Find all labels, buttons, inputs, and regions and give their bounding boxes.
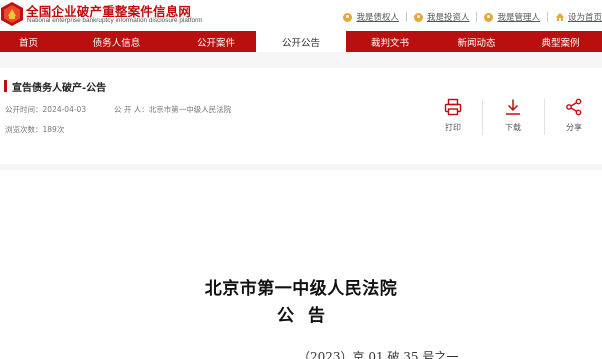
main-nav: 首页 债务人信息 公开案件 公开公告 裁判文书 新闻动态 典型案例 xyxy=(0,31,602,52)
document-heading: 公告 xyxy=(277,306,339,326)
divider xyxy=(546,12,548,22)
creditor-link[interactable]: 我是债权人 xyxy=(343,11,399,23)
publish-time: 公开时间：2024-04-03 xyxy=(5,105,87,114)
share-button[interactable]: 分享 xyxy=(544,95,602,141)
notice-actions: 打印 下载 分享 xyxy=(420,95,602,141)
notice-info-card: 宣告债务人破产-公告 公开时间：2024-04-03 公 开 人：北京市第一中级… xyxy=(0,68,602,164)
site-header: 全国企业破产重整案件信息网 National enterprise bankru… xyxy=(0,0,602,31)
set-homepage-link[interactable]: 设为首页 xyxy=(555,11,602,23)
printer-icon xyxy=(444,98,462,116)
publisher: 公 开 人：北京市第一中级人民法院 xyxy=(114,105,232,114)
view-count: 浏览次数：189次 xyxy=(5,125,65,134)
notice-document: 北京市第一中级人民法院 公告 （2023）京 01 破 35 号之一 xyxy=(0,170,602,359)
divider xyxy=(405,12,407,22)
administrator-link[interactable]: 我是管理人 xyxy=(484,11,540,23)
user-dot-icon xyxy=(413,12,423,22)
share-label: 分享 xyxy=(566,123,582,132)
document-case-number: （2023）京 01 破 35 号之一 xyxy=(298,350,459,359)
user-dot-icon xyxy=(343,12,353,22)
title-accent-bar xyxy=(4,80,7,92)
logo-emblem-icon xyxy=(1,2,23,26)
nav-item-public-notices[interactable]: 公开公告 xyxy=(256,31,346,52)
nav-item-home[interactable]: 首页 xyxy=(0,31,57,52)
user-dot-icon xyxy=(484,12,494,22)
print-label: 打印 xyxy=(445,123,461,132)
site-logo[interactable]: 全国企业破产重整案件信息网 National enterprise bankru… xyxy=(0,0,230,30)
nav-item-public-cases[interactable]: 公开案件 xyxy=(176,31,256,52)
download-button[interactable]: 下载 xyxy=(483,95,543,141)
download-label: 下载 xyxy=(505,123,521,132)
document-court-name: 北京市第一中级人民法院 xyxy=(204,279,398,299)
quick-links: 我是债权人 我是投资人 我是管理人 设为首页 xyxy=(343,10,602,24)
nav-item-typical-cases[interactable]: 典型案例 xyxy=(519,31,602,52)
site-subtitle: National enterprise bankruptcy informati… xyxy=(27,17,203,24)
print-button[interactable]: 打印 xyxy=(423,95,483,141)
notice-title: 宣告债务人破产-公告 xyxy=(12,83,107,94)
share-icon xyxy=(566,98,582,116)
nav-item-judgments[interactable]: 裁判文书 xyxy=(346,31,434,52)
home-icon xyxy=(555,13,564,21)
nav-item-news[interactable]: 新闻动态 xyxy=(434,31,519,52)
download-icon xyxy=(506,99,520,115)
investor-link[interactable]: 我是投资人 xyxy=(413,11,469,23)
nav-item-debtor-info[interactable]: 债务人信息 xyxy=(57,31,176,52)
divider xyxy=(476,12,478,22)
